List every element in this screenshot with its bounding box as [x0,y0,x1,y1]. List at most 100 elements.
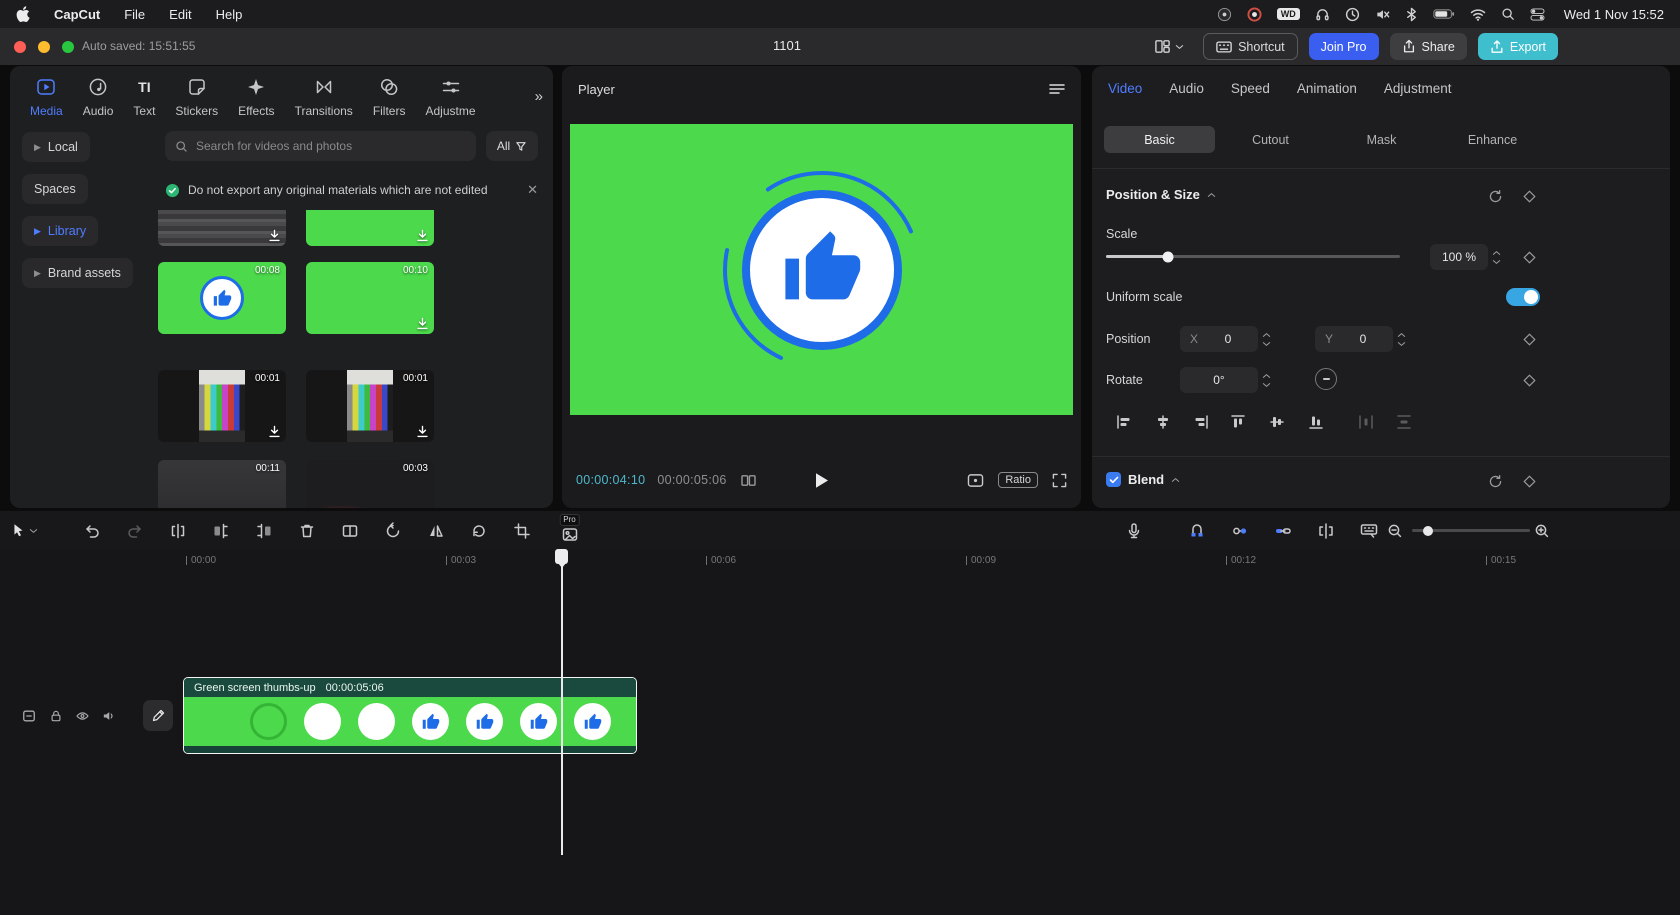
frame-preview-icon[interactable] [741,474,756,487]
scale-value-field[interactable]: 100 % [1430,244,1488,270]
media-thumbnail[interactable]: 00:10 [306,262,434,334]
more-tabs-chevron[interactable]: » [535,88,543,105]
media-thumbnail[interactable] [158,210,286,246]
rotate-dial[interactable] [1315,368,1337,390]
redo-button[interactable] [113,516,156,545]
zoom-window-button[interactable] [62,41,74,53]
apple-icon[interactable] [16,6,30,22]
linkage-icon[interactable] [1261,516,1304,545]
uniform-scale-toggle[interactable] [1506,288,1540,306]
undo-button[interactable] [70,516,113,545]
delete-button[interactable] [285,516,328,545]
tab-transitions[interactable]: Transitions [285,76,363,118]
ratio-button[interactable]: Ratio [998,472,1038,488]
minimize-window-button[interactable] [38,41,50,53]
screen-record-icon[interactable] [1247,7,1262,22]
headphones-icon[interactable] [1315,7,1330,22]
tab-audio-inspector[interactable]: Audio [1169,81,1204,96]
zoom-slider[interactable] [1412,529,1530,532]
split-button[interactable] [156,516,199,545]
search-input[interactable] [196,139,466,153]
subtab-mask[interactable]: Mask [1326,126,1437,153]
record-voiceover-icon[interactable] [1112,516,1155,545]
blend-section-header[interactable]: Blend [1106,472,1180,487]
download-icon[interactable] [416,425,429,438]
clock-icon[interactable] [1345,7,1360,22]
playhead[interactable] [561,550,563,855]
tab-adjustment-inspector[interactable]: Adjustment [1384,81,1452,96]
subtab-basic[interactable]: Basic [1104,126,1215,153]
freeze-frame-button[interactable] [328,516,371,545]
tab-media[interactable]: Media [20,76,73,118]
player-canvas[interactable] [570,124,1073,415]
keyframe-diamond-icon[interactable] [1518,470,1540,492]
subtab-cutout[interactable]: Cutout [1215,126,1326,153]
shortcut-button[interactable]: Shortcut [1203,33,1298,60]
layout-switcher-button[interactable] [1154,38,1184,55]
join-pro-button[interactable]: Join Pro [1309,33,1379,60]
sidebar-item-spaces[interactable]: Spaces [22,174,88,204]
close-icon[interactable]: ✕ [527,182,538,198]
sidebar-item-local[interactable]: ▶ Local [22,132,90,162]
play-button[interactable] [814,472,829,489]
menu-edit[interactable]: Edit [169,7,191,22]
tab-speed[interactable]: Speed [1231,81,1270,96]
hide-track-icon[interactable] [73,707,91,725]
reset-blend-button[interactable] [1484,470,1506,492]
menu-help[interactable]: Help [216,7,243,22]
align-left-icon[interactable] [1112,410,1136,434]
align-bottom-icon[interactable] [1304,410,1328,434]
crop-button[interactable] [500,516,543,545]
position-y-stepper[interactable] [1395,326,1408,352]
fullscreen-icon[interactable] [1052,473,1067,488]
reset-position-size-button[interactable] [1484,185,1506,207]
player-menu-icon[interactable] [1049,83,1065,95]
media-filter-button[interactable]: All [486,131,538,161]
sidebar-item-library[interactable]: ▶ Library [22,216,98,246]
battery-icon[interactable] [1433,8,1455,20]
tab-stickers[interactable]: Stickers [165,76,228,118]
main-track-magnet-icon[interactable] [1175,516,1218,545]
delete-right-button[interactable] [242,516,285,545]
tab-filters[interactable]: Filters [363,76,416,118]
tab-adjustment[interactable]: Adjustme [415,76,485,118]
tab-video[interactable]: Video [1108,81,1142,96]
tab-text[interactable]: TI Text [123,76,165,118]
wd-drive-badge[interactable]: WD [1277,8,1300,20]
download-icon[interactable] [268,229,281,242]
scale-slider[interactable] [1106,255,1400,258]
playhead-handle[interactable] [555,549,568,564]
keyframe-diamond-icon[interactable] [1518,328,1540,350]
align-middle-vertical-icon[interactable] [1265,410,1289,434]
align-top-icon[interactable] [1226,410,1250,434]
preview-axis-icon[interactable] [1304,516,1347,545]
auto-attract-icon[interactable] [1218,516,1261,545]
bluetooth-icon[interactable] [1405,7,1418,22]
distribute-vertical-icon[interactable] [1392,410,1416,434]
align-right-icon[interactable] [1189,410,1213,434]
media-thumbnail[interactable]: 00:03 [306,460,434,508]
tab-animation[interactable]: Animation [1297,81,1357,96]
chroma-key-button[interactable]: Pro [548,516,591,545]
media-thumbnail-testcard[interactable]: 00:01 [306,370,434,442]
volume-muted-icon[interactable] [1375,7,1390,22]
lock-track-icon[interactable] [47,707,65,725]
rotate-stepper[interactable] [1260,367,1273,393]
position-size-section-header[interactable]: Position & Size [1106,187,1216,202]
control-center-icon[interactable] [1530,8,1545,21]
align-center-horizontal-icon[interactable] [1151,410,1175,434]
sidebar-item-brand-assets[interactable]: ▶ Brand assets [22,258,133,288]
status-dot-icon[interactable] [1217,7,1232,22]
keyframe-diamond-icon[interactable] [1518,185,1540,207]
tab-effects[interactable]: Effects [228,76,284,118]
keyframe-diamond-icon[interactable] [1518,369,1540,391]
media-thumbnail-thumbs-up[interactable]: 00:08 [158,262,286,334]
distribute-horizontal-icon[interactable] [1354,410,1378,434]
wifi-icon[interactable] [1470,8,1486,21]
zoom-in-icon[interactable] [1527,516,1557,545]
zoom-out-icon[interactable] [1380,516,1410,545]
zoom-slider-knob[interactable] [1423,526,1433,536]
check-circle-icon[interactable] [165,183,180,198]
download-icon[interactable] [416,317,429,330]
close-window-button[interactable] [14,41,26,53]
